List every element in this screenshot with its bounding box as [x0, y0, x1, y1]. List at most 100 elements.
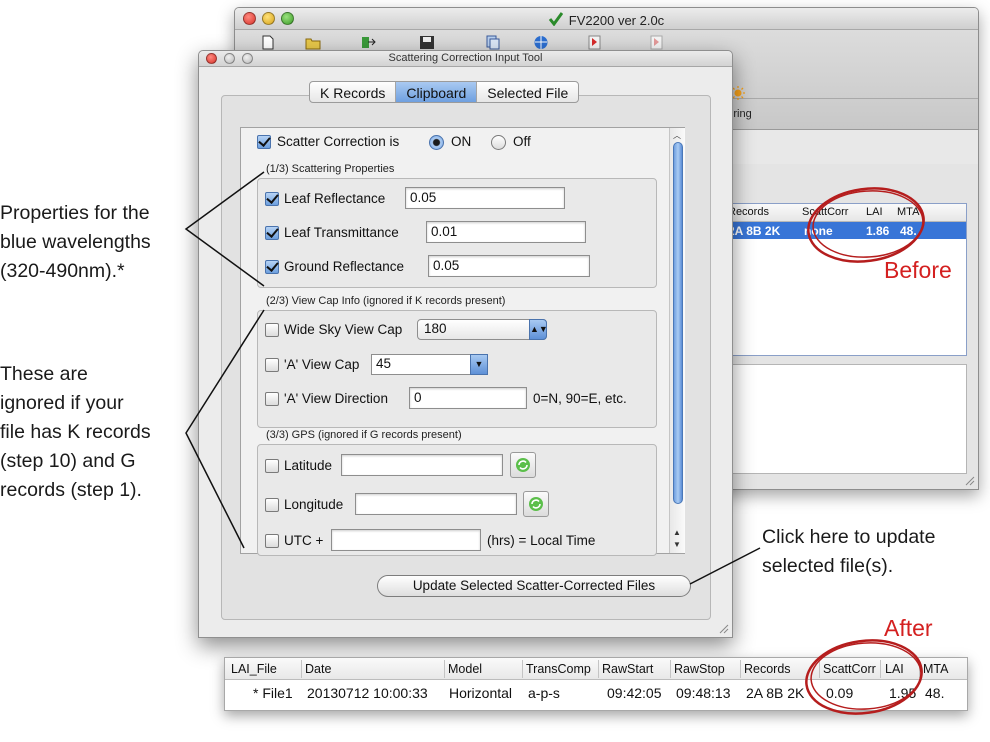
- col-lai[interactable]: LAI: [885, 662, 904, 676]
- scroll-top-cap: ︿: [673, 131, 681, 140]
- ground-reflectance-field[interactable]: 0.05: [428, 255, 590, 277]
- cell-records: 2A 8B 2K: [746, 685, 805, 701]
- flag-gray-icon[interactable]: [649, 35, 665, 50]
- col-rawstop[interactable]: RawStop: [674, 662, 725, 676]
- tab-k-records[interactable]: K Records: [310, 82, 397, 102]
- cell-scattcorr: 0.09: [826, 685, 854, 701]
- leaf-transmittance-field[interactable]: 0.01: [426, 221, 586, 243]
- direction-hint: 0=N, 90=E, etc.: [533, 391, 627, 406]
- sun-icon[interactable]: [731, 86, 745, 100]
- tab-selected-file[interactable]: Selected File: [477, 82, 578, 102]
- annotation-blue-line-2: blue wavelengths: [0, 231, 151, 253]
- col-rawstart[interactable]: RawStart: [602, 662, 653, 676]
- leaf-reflectance-field[interactable]: 0.05: [405, 187, 565, 209]
- latitude-field[interactable]: [341, 454, 503, 476]
- main-titlebar: FV2200 ver 2.0c: [235, 8, 978, 30]
- leaf-transmittance-label: Leaf Transmittance: [284, 225, 399, 240]
- cell-rawstart: 09:42:05: [607, 685, 662, 701]
- scroll-up-arrow[interactable]: ▲: [673, 528, 681, 537]
- longitude-checkbox[interactable]: [265, 498, 279, 512]
- scroll-thumb[interactable]: [673, 142, 683, 504]
- column-divider: [740, 660, 741, 678]
- col-model[interactable]: Model: [448, 662, 482, 676]
- radio-on-label: ON: [451, 134, 472, 149]
- leaf-reflectance-checkbox[interactable]: [265, 192, 279, 206]
- cell-model: Horizontal: [449, 685, 513, 701]
- col-records[interactable]: Records: [744, 662, 791, 676]
- leaf-transmittance-checkbox[interactable]: [265, 226, 279, 240]
- wide-sky-checkbox[interactable]: [265, 323, 279, 337]
- open-folder-icon[interactable]: [305, 35, 321, 50]
- annotation-ignored-line-1: These are: [0, 363, 88, 385]
- utc-label: UTC +: [284, 533, 324, 548]
- scatter-correction-label: Scatter Correction is: [277, 134, 400, 149]
- col-lai-file[interactable]: LAI_File: [231, 662, 277, 676]
- globe-icon[interactable]: [533, 35, 549, 50]
- chevron-down-icon[interactable]: ▼: [470, 354, 488, 375]
- tab-bar: K Records Clipboard Selected File: [309, 81, 580, 103]
- utc-suffix: (hrs) = Local Time: [487, 533, 596, 548]
- column-divider: [880, 660, 881, 678]
- view-cap-group-label: (2/3) View Cap Info (ignored if K record…: [266, 295, 506, 307]
- update-files-button[interactable]: Update Selected Scatter-Corrected Files: [377, 575, 691, 597]
- flag-icon[interactable]: [587, 35, 603, 50]
- column-divider: [670, 660, 671, 678]
- a-view-direction-field[interactable]: 0: [409, 387, 527, 409]
- a-view-cap-checkbox[interactable]: [265, 358, 279, 372]
- col-date[interactable]: Date: [305, 662, 331, 676]
- latitude-checkbox[interactable]: [265, 459, 279, 473]
- radio-off[interactable]: [491, 135, 506, 150]
- utc-field[interactable]: [331, 529, 481, 551]
- a-view-cap-combo[interactable]: 45 ▼: [371, 354, 488, 375]
- utc-checkbox[interactable]: [265, 534, 279, 548]
- ground-reflectance-checkbox[interactable]: [265, 260, 279, 274]
- copy-icon[interactable]: [485, 35, 501, 50]
- wide-sky-value: 180: [424, 321, 447, 336]
- annotation-ignored-line-4: (step 10) and G: [0, 450, 136, 472]
- scatter-correction-checkbox[interactable]: [257, 135, 271, 149]
- col-lai-header[interactable]: LAI: [866, 206, 883, 218]
- col-transcomp[interactable]: TransComp: [526, 662, 591, 676]
- table-row[interactable]: 13 2A 8B 2K none 1.86 48.: [709, 222, 966, 239]
- col-scattcorr-header[interactable]: ScattCorr: [802, 206, 848, 218]
- cell-records: 2A 8B 2K: [728, 224, 781, 238]
- cell-mta: 48.: [900, 224, 917, 238]
- export-icon[interactable]: [360, 35, 376, 50]
- longitude-refresh-button[interactable]: [523, 491, 549, 517]
- a-view-direction-checkbox[interactable]: [265, 392, 279, 406]
- scroll-area[interactable]: Scatter Correction is ON Off (1/3) Scatt…: [240, 127, 685, 556]
- latitude-refresh-button[interactable]: [510, 452, 536, 478]
- longitude-label: Longitude: [284, 497, 344, 512]
- after-results-table: LAI_File Date Model TransComp RawStart R…: [224, 657, 968, 711]
- latitude-label: Latitude: [284, 458, 333, 473]
- annotation-click-line-1: Click here to update: [762, 526, 936, 548]
- vertical-scrollbar[interactable]: ︿ ▲ ▼: [669, 128, 685, 553]
- col-scattcorr[interactable]: ScattCorr: [823, 662, 876, 676]
- cell-rawstop: 09:48:13: [676, 685, 731, 701]
- new-file-icon[interactable]: [260, 35, 276, 50]
- app-logo-icon: [548, 12, 563, 26]
- cell-lai-file: * File1: [253, 685, 293, 701]
- scroll-down-arrow[interactable]: ▼: [673, 540, 681, 549]
- radio-on[interactable]: [429, 135, 444, 150]
- col-mta[interactable]: MTA: [923, 662, 948, 676]
- col-records-header[interactable]: Records: [728, 206, 769, 218]
- longitude-field[interactable]: [355, 493, 517, 515]
- scattering-dialog: Scattering Correction Input Tool K Recor…: [198, 50, 733, 638]
- refresh-icon: [516, 458, 530, 472]
- col-mta-header[interactable]: MTA: [897, 206, 919, 218]
- resize-grip-icon[interactable]: [963, 474, 975, 486]
- after-label: After: [884, 615, 933, 641]
- save-icon[interactable]: [419, 35, 435, 50]
- a-view-cap-label: 'A' View Cap: [284, 357, 360, 372]
- tab-clipboard[interactable]: Clipboard: [396, 82, 478, 102]
- dialog-title: Scattering Correction Input Tool: [388, 52, 543, 64]
- wide-sky-popup[interactable]: 180 ▲▼: [417, 319, 548, 340]
- resize-grip-icon[interactable]: [717, 622, 729, 634]
- a-view-direction-label: 'A' View Direction: [284, 391, 388, 406]
- column-divider: [919, 660, 920, 678]
- dialog-titlebar: Scattering Correction Input Tool: [199, 51, 732, 67]
- cell-mta: 48.: [925, 685, 945, 701]
- table-row[interactable]: * File1 20130712 10:00:33 Horizontal a-p…: [225, 680, 967, 704]
- a-view-cap-value: 45: [376, 356, 392, 371]
